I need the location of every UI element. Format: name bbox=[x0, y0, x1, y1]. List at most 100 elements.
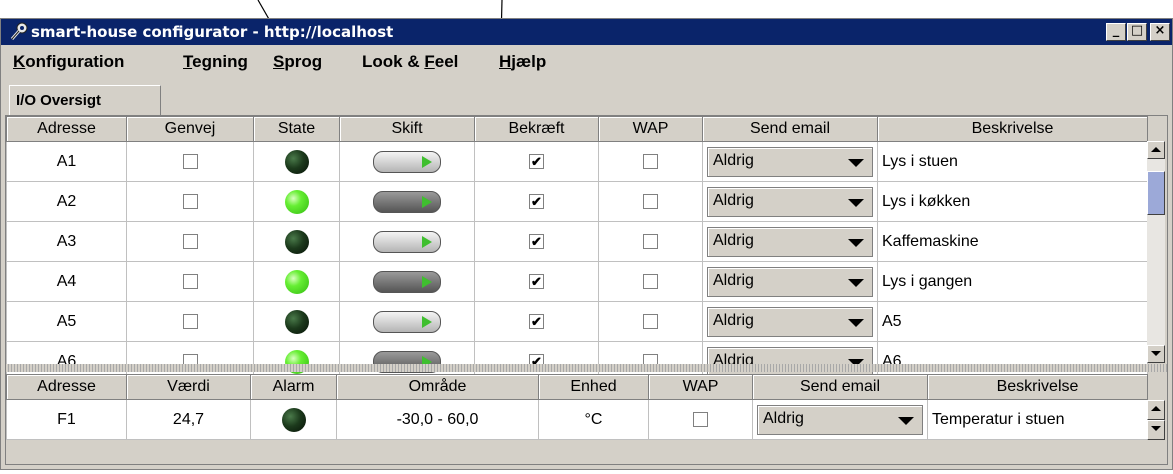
tab-io-oversigt[interactable]: I/O Oversigt bbox=[9, 85, 161, 115]
send-email-value: Aldrig bbox=[763, 409, 804, 427]
bekraeft-checkbox[interactable]: ✔ bbox=[529, 193, 544, 209]
beskrivelse-cell[interactable]: Lys i køkken bbox=[877, 181, 1148, 222]
vaerdi-cell: 24,7 bbox=[126, 399, 251, 440]
beskrivelse-cell[interactable]: A5 bbox=[877, 301, 1148, 342]
scroll-thumb[interactable] bbox=[1147, 171, 1165, 215]
column-header-send-email[interactable]: Send email bbox=[702, 116, 878, 142]
genvej-checkbox[interactable] bbox=[182, 153, 198, 169]
wap-cell bbox=[648, 399, 753, 440]
send-email-dropdown[interactable]: Aldrig bbox=[707, 226, 873, 257]
bekraeft-cell: ✔ bbox=[474, 301, 599, 342]
column-header-alarm[interactable]: Alarm bbox=[250, 374, 337, 400]
wap-checkbox[interactable] bbox=[643, 153, 658, 169]
table-row[interactable]: A2 ✔ Aldrig Lys i køkken bbox=[6, 181, 1148, 222]
app-window: smart-house configurator - http://localh… bbox=[0, 18, 1173, 470]
maximize-button[interactable]: □ bbox=[1127, 23, 1147, 41]
wap-checkbox[interactable] bbox=[643, 193, 658, 209]
genvej-cell bbox=[126, 261, 254, 302]
column-header-beskrivelse[interactable]: Beskrivelse bbox=[877, 116, 1148, 142]
minimize-button[interactable]: _ bbox=[1106, 23, 1126, 41]
spinner-down-button[interactable] bbox=[1147, 420, 1165, 440]
send-email-dropdown[interactable]: Aldrig bbox=[707, 346, 873, 377]
column-header-adresse[interactable]: Adresse bbox=[6, 374, 127, 400]
skift-cell bbox=[339, 181, 475, 222]
column-header-bekraeft[interactable]: Bekræft bbox=[474, 116, 599, 142]
play-arrow-icon bbox=[422, 195, 432, 208]
bekraeft-checkbox[interactable]: ✔ bbox=[529, 313, 544, 329]
skift-cell bbox=[339, 141, 475, 182]
column-header-state[interactable]: State bbox=[253, 116, 340, 142]
status-led-icon bbox=[284, 149, 309, 174]
send-email-dropdown[interactable]: Aldrig bbox=[707, 266, 873, 297]
menu-sprog[interactable]: Sprog bbox=[273, 52, 322, 72]
genvej-checkbox[interactable] bbox=[182, 313, 198, 329]
toggle-switch-button[interactable] bbox=[373, 310, 441, 333]
sensor-spinner[interactable] bbox=[1147, 400, 1165, 440]
state-cell bbox=[253, 301, 340, 342]
table-row[interactable]: A4 ✔ Aldrig Lys i gangen bbox=[6, 261, 1148, 302]
scroll-up-button[interactable] bbox=[1147, 141, 1165, 159]
menu-konfiguration[interactable]: Konfiguration bbox=[13, 52, 124, 72]
send-email-dropdown[interactable]: Aldrig bbox=[707, 146, 873, 177]
column-header-omraade[interactable]: Område bbox=[336, 374, 539, 400]
genvej-checkbox[interactable] bbox=[182, 233, 198, 249]
io-table-scrollbar[interactable] bbox=[1147, 141, 1165, 363]
beskrivelse-cell[interactable]: Kaffemaskine bbox=[877, 221, 1148, 262]
column-header-enhed[interactable]: Enhed bbox=[538, 374, 649, 400]
column-header-adresse[interactable]: Adresse bbox=[6, 116, 127, 142]
genvej-cell bbox=[126, 301, 254, 342]
bekraeft-checkbox[interactable]: ✔ bbox=[529, 233, 544, 249]
toggle-switch-button[interactable] bbox=[373, 190, 441, 213]
menu-tegning[interactable]: Tegning bbox=[183, 52, 248, 72]
toggle-switch-button[interactable] bbox=[373, 150, 441, 173]
menu-hjaelp[interactable]: Hjælp bbox=[499, 52, 546, 72]
table-row[interactable]: A3 ✔ Aldrig Kaffemaskine bbox=[6, 221, 1148, 262]
genvej-checkbox[interactable] bbox=[182, 273, 198, 289]
wap-cell bbox=[598, 261, 703, 302]
skift-cell bbox=[339, 301, 475, 342]
table-row[interactable]: A1 ✔ Aldrig Lys i stuen bbox=[6, 141, 1148, 182]
table-row[interactable]: A5 ✔ Aldrig A5 bbox=[6, 301, 1148, 342]
split-pane-divider[interactable] bbox=[6, 364, 1167, 372]
column-header-wap[interactable]: WAP bbox=[598, 116, 703, 142]
column-header-genvej[interactable]: Genvej bbox=[126, 116, 254, 142]
close-button[interactable]: × bbox=[1150, 23, 1170, 41]
io-table: Adresse Genvej State Skift Bekræft WAP S… bbox=[6, 116, 1148, 382]
bekraeft-checkbox[interactable]: ✔ bbox=[529, 153, 544, 169]
arrow-down-icon bbox=[1151, 426, 1161, 431]
send-email-dropdown[interactable]: Aldrig bbox=[757, 404, 923, 435]
column-header-send-email[interactable]: Send email bbox=[752, 374, 928, 400]
genvej-checkbox[interactable] bbox=[182, 193, 198, 209]
send-email-cell: Aldrig bbox=[702, 181, 878, 222]
spinner-up-button[interactable] bbox=[1147, 400, 1165, 420]
adresse-cell: A3 bbox=[6, 221, 127, 262]
toggle-switch-button[interactable] bbox=[373, 270, 441, 293]
table-row[interactable]: F1 24,7 -30,0 - 60,0 °C Aldrig Temperatur i s… bbox=[6, 399, 1148, 440]
send-email-dropdown[interactable]: Aldrig bbox=[707, 306, 873, 337]
title-bar[interactable]: smart-house configurator - http://localh… bbox=[1, 19, 1172, 45]
wap-checkbox[interactable] bbox=[643, 273, 658, 289]
status-led-icon bbox=[284, 309, 309, 334]
beskrivelse-cell[interactable]: Lys i stuen bbox=[877, 141, 1148, 182]
tab-label: I/O Oversigt bbox=[16, 92, 102, 109]
wrench-key-icon bbox=[9, 22, 29, 42]
beskrivelse-cell[interactable]: Lys i gangen bbox=[877, 261, 1148, 302]
enhed-cell: °C bbox=[538, 399, 649, 440]
column-header-wap[interactable]: WAP bbox=[648, 374, 753, 400]
status-led-icon bbox=[284, 189, 309, 214]
dropdown-arrow-icon bbox=[848, 238, 864, 247]
menu-look-and-feel[interactable]: Look & Feel bbox=[362, 52, 458, 72]
toggle-switch-button[interactable] bbox=[373, 230, 441, 253]
wap-checkbox[interactable] bbox=[643, 313, 658, 329]
scroll-down-button[interactable] bbox=[1147, 345, 1165, 363]
column-header-beskrivelse[interactable]: Beskrivelse bbox=[927, 374, 1148, 400]
beskrivelse-cell[interactable]: Temperatur i stuen bbox=[927, 399, 1148, 440]
column-header-skift[interactable]: Skift bbox=[339, 116, 475, 142]
wap-checkbox[interactable] bbox=[643, 233, 658, 249]
alarm-cell bbox=[250, 399, 337, 440]
column-header-vaerdi[interactable]: Værdi bbox=[126, 374, 251, 400]
dropdown-arrow-icon bbox=[848, 278, 864, 287]
wap-checkbox[interactable] bbox=[693, 411, 708, 427]
send-email-dropdown[interactable]: Aldrig bbox=[707, 186, 873, 217]
bekraeft-checkbox[interactable]: ✔ bbox=[529, 273, 544, 289]
